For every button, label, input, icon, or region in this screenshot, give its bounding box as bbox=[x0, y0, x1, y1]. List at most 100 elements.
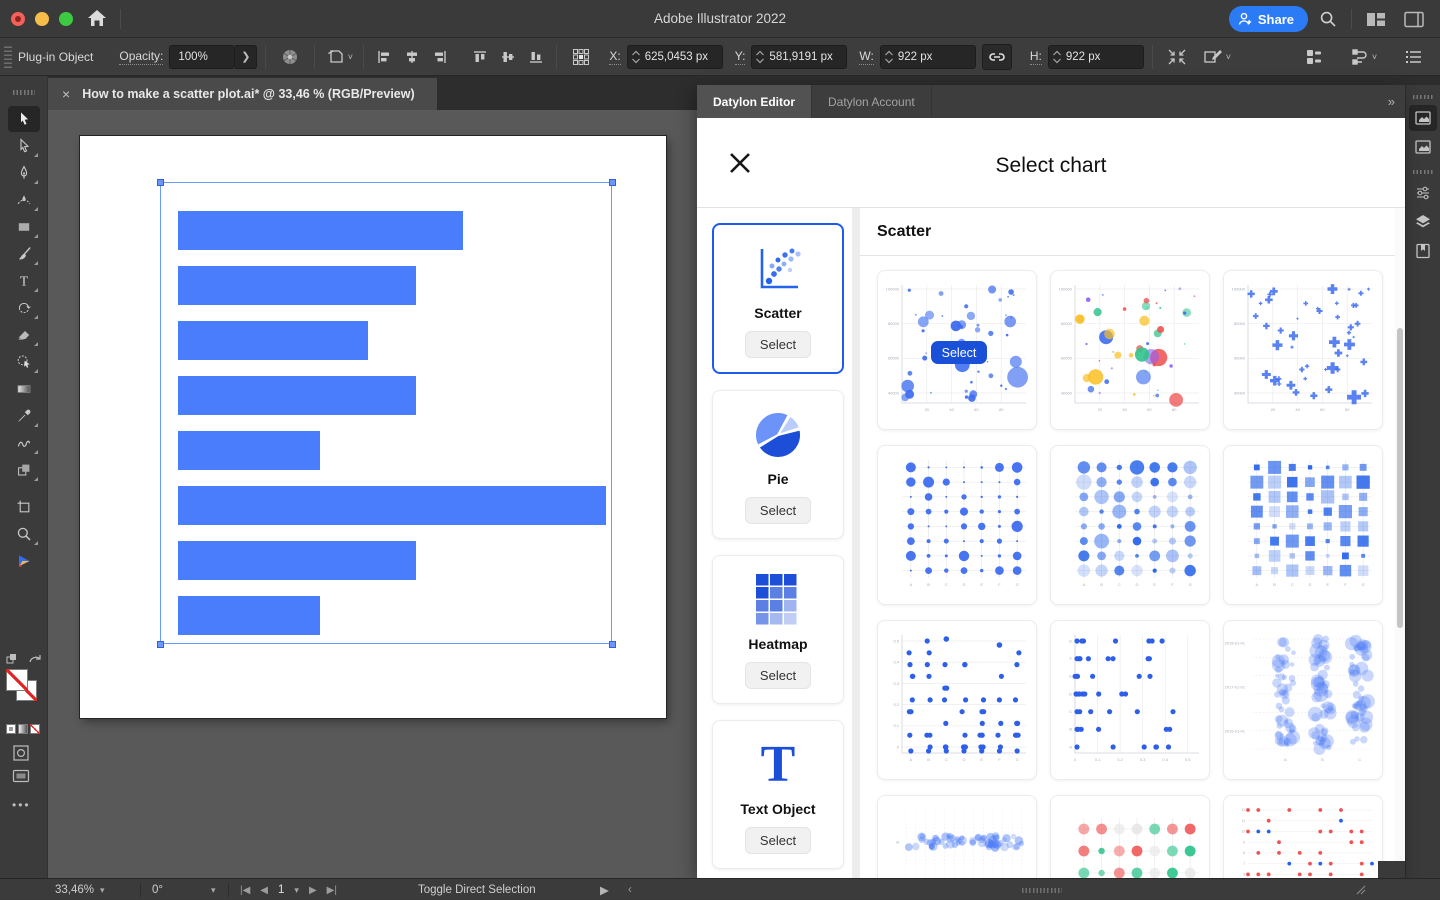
share-button[interactable]: Share bbox=[1229, 6, 1308, 32]
recolor-artwork-icon[interactable] bbox=[276, 44, 304, 70]
play-icon[interactable]: ▶ bbox=[600, 879, 609, 900]
dock-grip[interactable] bbox=[1413, 95, 1433, 99]
last-artboard-icon[interactable]: ▶| bbox=[327, 885, 337, 896]
paintbrush-tool[interactable] bbox=[8, 241, 40, 267]
none-button[interactable] bbox=[30, 724, 40, 734]
datylon-resources-panel[interactable] bbox=[1409, 134, 1437, 160]
opacity-label[interactable]: Opacity: bbox=[119, 49, 163, 65]
selection-handle[interactable] bbox=[157, 179, 164, 186]
x-input[interactable]: 625,0453 px bbox=[627, 45, 723, 69]
select-chart-type-button[interactable]: Select bbox=[745, 331, 811, 358]
chart-thumbnail-colorgrid[interactable] bbox=[1050, 795, 1210, 878]
shared-dimensions-icon[interactable] bbox=[1163, 44, 1191, 70]
arrange-documents-icon[interactable] bbox=[1364, 8, 1388, 30]
w-input[interactable]: 922 px bbox=[880, 45, 976, 69]
zoom-tool[interactable] bbox=[8, 521, 40, 547]
chart-thumbnail-squaregrid[interactable]: ABCDEFG bbox=[1223, 445, 1383, 605]
curvature-tool[interactable] bbox=[8, 187, 40, 213]
constrain-proportions-link-icon[interactable] bbox=[982, 44, 1012, 70]
symbols-tool[interactable] bbox=[8, 457, 40, 483]
selection-handle[interactable] bbox=[609, 641, 616, 648]
chart-type-card-text-object[interactable]: TText ObjectSelect bbox=[712, 720, 844, 869]
panel-tab-datylon-editor[interactable]: Datylon Editor bbox=[697, 85, 812, 118]
align-middle-v-icon[interactable] bbox=[496, 44, 520, 70]
resize-grip-icon[interactable] bbox=[1356, 879, 1366, 900]
document-tab[interactable]: × How to make a scatter plot.ai* @ 33,46… bbox=[48, 78, 437, 110]
chart-thumbnail-jitterbands[interactable]: BA bbox=[877, 795, 1037, 878]
select-chart-type-button[interactable]: Select bbox=[745, 497, 811, 524]
pen-tool[interactable] bbox=[8, 160, 40, 186]
selection-bounding-box[interactable] bbox=[160, 182, 612, 644]
chart-thumbnail-matrix[interactable]: 121110987654321 bbox=[1223, 795, 1383, 878]
chevron-down-icon[interactable]: ▾ bbox=[294, 885, 299, 896]
dock-grip[interactable] bbox=[1413, 170, 1433, 174]
collapse-icon[interactable]: ‹ bbox=[628, 879, 632, 900]
swap-fill-stroke-icon[interactable] bbox=[28, 652, 42, 670]
toolbar-grip[interactable] bbox=[13, 90, 35, 95]
selection-handle[interactable] bbox=[609, 179, 616, 186]
chart-thumbnail-bubbles[interactable]: 10000080000600004000020406080Select bbox=[877, 270, 1037, 430]
align-center-h-icon[interactable] bbox=[400, 44, 424, 70]
chart-type-card-heatmap[interactable]: HeatmapSelect bbox=[712, 555, 844, 704]
align-left-icon[interactable] bbox=[372, 44, 396, 70]
draw-mode-icon[interactable] bbox=[12, 744, 30, 767]
selection-handle[interactable] bbox=[157, 641, 164, 648]
datylon-tool[interactable] bbox=[8, 548, 40, 574]
fill-stroke-mini-icon[interactable] bbox=[6, 652, 20, 664]
panel-overflow-icon[interactable]: » bbox=[1388, 85, 1395, 118]
rectangle-tool[interactable] bbox=[8, 214, 40, 240]
previous-artboard-icon[interactable]: ◀ bbox=[260, 885, 268, 896]
artboard-tool[interactable] bbox=[8, 494, 40, 520]
align-top-icon[interactable] bbox=[468, 44, 492, 70]
search-icon[interactable] bbox=[1316, 8, 1340, 30]
workspace-switcher-icon[interactable] bbox=[1402, 8, 1426, 30]
properties-quick-icon[interactable] bbox=[1300, 44, 1328, 70]
close-document-icon[interactable]: × bbox=[62, 86, 70, 102]
canvas-area[interactable] bbox=[48, 110, 697, 878]
chart-thumbnail-beeswarm[interactable]: 2018-01-012017-01-012016-01-01ABC bbox=[1223, 620, 1383, 780]
chart-thumbnail-bubbles[interactable]: 10000080000600004000020406080 bbox=[1050, 270, 1210, 430]
datylon-charts-panel[interactable] bbox=[1409, 105, 1437, 131]
shaper-tool[interactable] bbox=[8, 430, 40, 456]
color-button[interactable] bbox=[6, 724, 16, 734]
layers-panel[interactable] bbox=[1409, 209, 1437, 235]
align-bottom-icon[interactable] bbox=[524, 44, 548, 70]
reference-point-icon[interactable] bbox=[567, 44, 595, 70]
h-input[interactable]: 922 px bbox=[1048, 45, 1144, 69]
gradient-tool[interactable] bbox=[8, 376, 40, 402]
panel-tab-datylon-account[interactable]: Datylon Account bbox=[812, 85, 932, 118]
rotation-select[interactable]: 0°▾ bbox=[152, 879, 216, 900]
direct-selection-tool[interactable] bbox=[8, 133, 40, 159]
fill-swatch-none[interactable] bbox=[6, 669, 28, 691]
menu-list-icon[interactable] bbox=[1400, 44, 1428, 70]
screen-mode-icon[interactable] bbox=[12, 768, 30, 789]
y-input[interactable]: 581,9191 px bbox=[751, 45, 847, 69]
thumbnail-select-button[interactable]: Select bbox=[931, 341, 987, 364]
opacity-input[interactable]: 100% bbox=[169, 45, 235, 69]
shape-builder-tool[interactable] bbox=[8, 349, 40, 375]
gradient-button[interactable] bbox=[18, 724, 28, 734]
chart-thumbnail-dotrows[interactable]: 00.10.20.30.40.5GFEDCBA bbox=[1050, 620, 1210, 780]
artboard-number[interactable]: 1 bbox=[278, 884, 284, 896]
controlbar-grip[interactable] bbox=[4, 46, 12, 68]
first-artboard-icon[interactable]: |◀ bbox=[240, 885, 250, 896]
rotate-tool[interactable] bbox=[8, 295, 40, 321]
sidebar-scrollbar[interactable] bbox=[852, 208, 860, 878]
isolate-object-icon[interactable]: ˅ bbox=[325, 44, 353, 70]
align-right-icon[interactable] bbox=[428, 44, 452, 70]
next-artboard-icon[interactable]: ▶ bbox=[309, 885, 317, 896]
type-tool[interactable]: T bbox=[8, 268, 40, 294]
edit-clipping-path-icon[interactable]: ˅ bbox=[1195, 44, 1239, 70]
eyedropper-tool[interactable] bbox=[8, 403, 40, 429]
libraries-panel[interactable] bbox=[1409, 238, 1437, 264]
chart-type-card-pie[interactable]: PieSelect bbox=[712, 390, 844, 539]
chart-type-card-scatter[interactable]: ScatterSelect bbox=[712, 223, 844, 374]
chart-thumbnail-dotgrid[interactable]: ABCDEFG bbox=[877, 445, 1037, 605]
chart-thumbnail-strips[interactable]: 0.50.40.30.20.10ABCDEFG bbox=[877, 620, 1037, 780]
select-chart-type-button[interactable]: Select bbox=[745, 662, 811, 689]
workspace-flow-icon[interactable]: ˅ bbox=[1342, 44, 1386, 70]
properties-panel[interactable] bbox=[1409, 180, 1437, 206]
opacity-dropdown-icon[interactable]: ❯ bbox=[235, 45, 257, 69]
chart-thumbnail-plus[interactable]: 10000080000600004000020406080 bbox=[1223, 270, 1383, 430]
gallery-scrollbar[interactable] bbox=[1395, 208, 1405, 878]
